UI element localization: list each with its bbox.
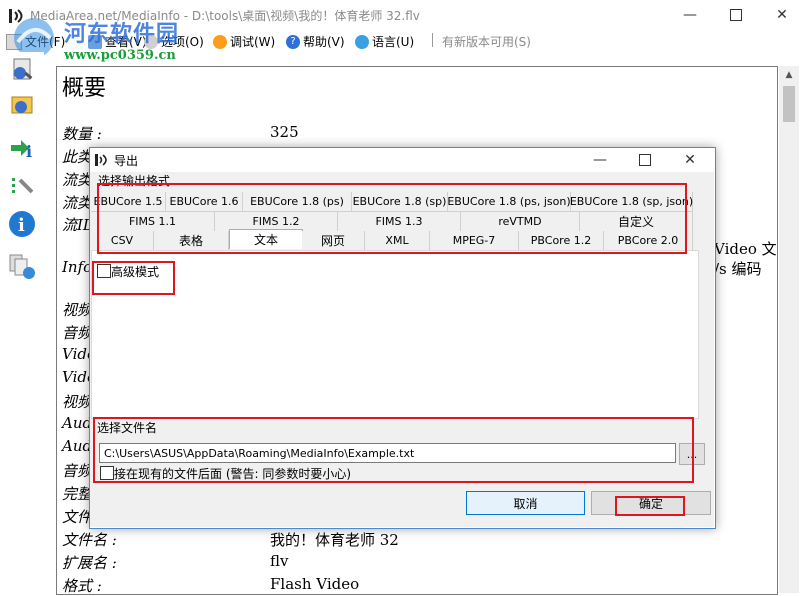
tab-html[interactable]: 网页	[302, 231, 365, 251]
preferences-icon	[12, 178, 34, 194]
tab-ebucore-1-5[interactable]: EBUCore 1.5	[91, 192, 166, 212]
scrollbar-thumb[interactable]	[783, 86, 795, 122]
append-label[interactable]: 接在现有的文件后面 (警告: 同参数时要小心)	[114, 465, 351, 482]
knowledge-base-icon	[9, 254, 35, 279]
close-icon: ✕	[776, 7, 788, 23]
minimize-icon: —	[593, 152, 607, 168]
debug-icon	[213, 34, 227, 49]
toolbar-preferences[interactable]	[6, 170, 38, 202]
minimize-button[interactable]: —	[667, 0, 713, 30]
menu-language-label: 语言(U)	[372, 35, 415, 49]
maximize-icon	[730, 9, 742, 21]
tab-pbcore-2-0[interactable]: PBCore 2.0	[604, 231, 693, 251]
dialog-maximize-button[interactable]	[622, 148, 668, 172]
open-file-icon	[13, 58, 33, 80]
tab-ebucore-1-8-sp[interactable]: EBUCore 1.8 (sp)	[352, 192, 448, 212]
tab-pbcore-1-2[interactable]: PBCore 1.2	[519, 231, 604, 251]
dialog-title: 导出	[114, 154, 139, 168]
menu-debug[interactable]: 调试(W)	[213, 33, 275, 50]
row-label: 音频	[62, 462, 93, 480]
scroll-up-arrow-icon[interactable]: ▲	[779, 66, 799, 84]
row-label: 音频	[62, 324, 93, 342]
section-heading: 概要	[62, 76, 107, 101]
toolbar-open-file[interactable]	[6, 54, 38, 86]
maximize-button[interactable]	[713, 0, 759, 30]
tab-text[interactable]: 文本	[229, 229, 303, 249]
close-icon: ✕	[684, 152, 696, 168]
minimize-icon: —	[683, 7, 697, 23]
row-value: Flash Video	[270, 575, 360, 593]
menu-help-label: 帮助(V)	[303, 35, 345, 49]
row-label: 数量 :	[62, 125, 102, 143]
row-label: 此类	[62, 148, 93, 166]
partial-text: Video 文	[714, 240, 777, 258]
menu-separator	[432, 33, 433, 47]
tab-ebucore-1-8-sp-json[interactable]: EBUCore 1.8 (sp, json)	[570, 192, 693, 212]
menu-debug-label: 调试(W)	[230, 35, 276, 49]
svg-text:i: i	[18, 215, 25, 236]
dialog-close-button[interactable]: ✕	[667, 148, 713, 172]
open-folder-icon	[11, 96, 33, 114]
language-icon	[355, 34, 369, 49]
advanced-mode-label[interactable]: 高级模式	[111, 263, 159, 280]
row-value: flv	[270, 552, 289, 570]
partial-text: /s 编码	[714, 260, 762, 278]
row-label: 视频	[62, 301, 93, 319]
row-label: 视频	[62, 393, 93, 411]
about-icon: i	[9, 211, 35, 237]
watermark-url: www.pc0359.cn	[64, 48, 176, 63]
toolbar-export[interactable]: i	[6, 131, 38, 163]
tab-csv[interactable]: CSV	[91, 231, 154, 251]
toolbar-knowledge-base[interactable]	[6, 250, 38, 282]
row-label: 流类	[62, 171, 93, 189]
cancel-button[interactable]: 取消	[466, 491, 585, 515]
file-path-input[interactable]	[99, 443, 676, 463]
toolbar-about[interactable]: i	[6, 208, 38, 240]
export-icon: i	[11, 140, 32, 161]
dialog-app-icon	[95, 154, 107, 166]
format-group-label: 选择输出格式	[98, 172, 171, 189]
dialog-minimize-button[interactable]: —	[577, 148, 623, 172]
tab-panel	[91, 250, 699, 419]
row-value: 我的！体育老师 32	[270, 531, 399, 549]
row-label: 文件	[62, 508, 93, 526]
help-icon: ?	[286, 34, 300, 49]
svg-text:i: i	[26, 142, 32, 161]
row-value: 325	[270, 123, 299, 141]
browse-button[interactable]: ...	[679, 443, 705, 465]
row-label: 流类	[62, 194, 93, 212]
menu-language[interactable]: 语言(U)	[355, 33, 414, 50]
row-label: 文件名 :	[62, 531, 117, 549]
watermark-text: 河东软件园	[64, 21, 180, 47]
menu-help[interactable]: ? 帮助(V)	[286, 33, 345, 50]
row-label: 完整	[62, 485, 93, 503]
row-label: 扩展名 :	[62, 554, 117, 572]
tab-fims-1-1[interactable]: FIMS 1.1	[91, 212, 215, 232]
tab-mpeg-7[interactable]: MPEG-7	[430, 231, 519, 251]
tab-ebucore-1-8-ps[interactable]: EBUCore 1.8 (ps)	[243, 192, 352, 212]
tab-revtmd[interactable]: reVTMD	[461, 212, 580, 232]
file-group-label: 选择文件名	[97, 421, 158, 435]
advanced-mode-checkbox[interactable]	[97, 264, 111, 278]
tab-ebucore-1-6[interactable]: EBUCore 1.6	[166, 192, 243, 212]
tab-fims-1-3[interactable]: FIMS 1.3	[338, 212, 461, 232]
menu-file[interactable]: 文件(F)	[6, 33, 65, 50]
tab-xml[interactable]: XML	[365, 231, 430, 251]
toolbar-open-folder[interactable]	[6, 89, 38, 121]
append-checkbox[interactable]	[100, 466, 114, 480]
vertical-scrollbar[interactable]	[779, 66, 799, 593]
menu-new-version[interactable]: 有新版本可用(S)	[442, 33, 531, 50]
format-tabs: EBUCore 1.5 EBUCore 1.6 EBUCore 1.8 (ps)…	[91, 190, 696, 251]
tab-sheet[interactable]: 表格	[154, 231, 229, 251]
close-button[interactable]: ✕	[759, 0, 805, 30]
ok-button[interactable]: 确定	[591, 491, 711, 515]
maximize-icon	[639, 154, 651, 166]
tab-custom[interactable]: 自定义	[580, 212, 693, 232]
file-icon	[6, 33, 22, 50]
menu-file-label: 文件(F)	[25, 35, 66, 49]
tab-ebucore-1-8-ps-json[interactable]: EBUCore 1.8 (ps, json)	[447, 192, 571, 212]
mediainfo-app-icon	[9, 9, 23, 23]
